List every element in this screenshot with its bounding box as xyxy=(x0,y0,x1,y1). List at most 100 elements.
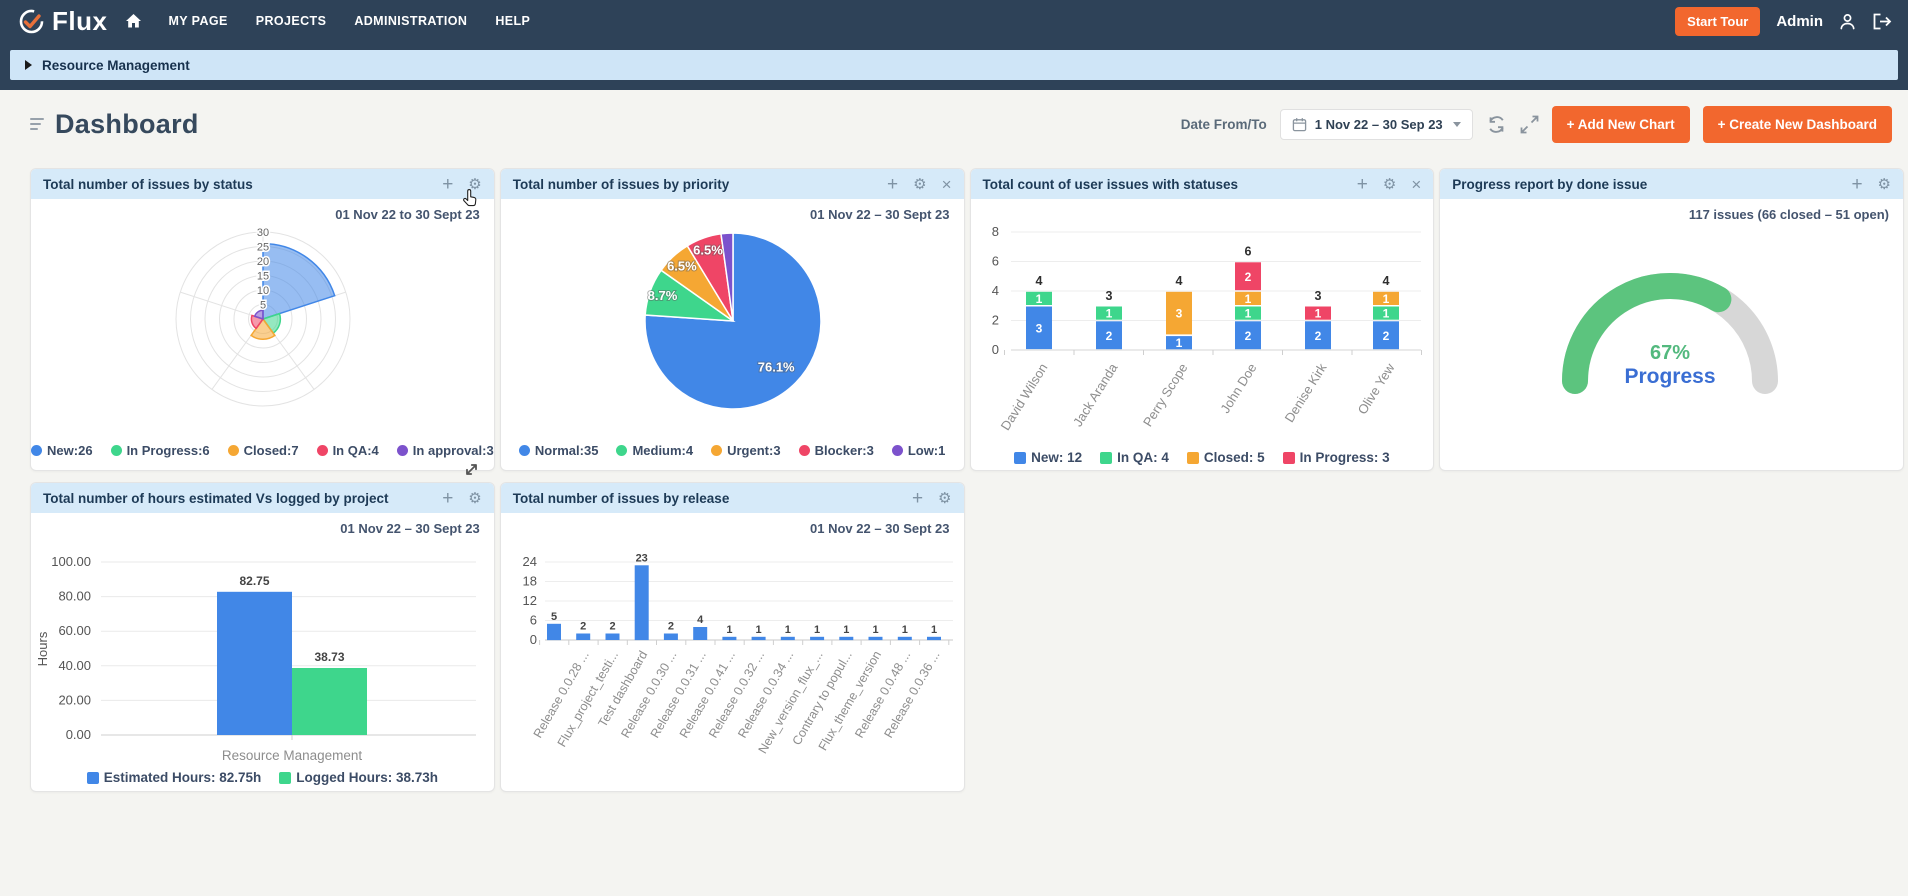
card-date-range: 01 Nov 22 – 30 Sept 23 xyxy=(810,207,949,222)
legend-item[interactable]: In Progress:6 xyxy=(111,443,210,458)
svg-text:1: 1 xyxy=(1035,292,1042,306)
settings-gear-icon[interactable]: ⚙ xyxy=(913,177,926,192)
legend-item[interactable]: Urgent:3 xyxy=(711,443,780,458)
date-from-to-label: Date From/To xyxy=(1181,117,1267,132)
legend-marker xyxy=(1014,452,1026,464)
svg-text:3: 3 xyxy=(1105,289,1112,303)
legend-item[interactable]: New:26 xyxy=(31,443,93,458)
fullscreen-button[interactable] xyxy=(1520,115,1539,134)
breadcrumb-label: Resource Management xyxy=(42,58,190,73)
legend-marker xyxy=(616,445,627,456)
nav-item-projects[interactable]: PROJECTS xyxy=(256,14,327,28)
legend-marker xyxy=(317,445,328,456)
card-header[interactable]: Progress report by done issue + ⚙ xyxy=(1440,169,1903,199)
legend-marker xyxy=(892,445,903,456)
svg-text:Hours: Hours xyxy=(35,631,50,666)
legend-item[interactable]: Blocker:3 xyxy=(799,443,874,458)
card-issues-by-release: Total number of issues by release +⚙ 01 … xyxy=(500,482,965,792)
legend-marker xyxy=(228,445,239,456)
card-date-range: 01 Nov 22 – 30 Sept 23 xyxy=(340,521,479,536)
card-header[interactable]: Total count of user issues with statuses… xyxy=(971,169,1434,199)
card-resize-handle[interactable] xyxy=(463,461,480,483)
breadcrumb[interactable]: Resource Management xyxy=(10,50,1898,80)
svg-text:Denise Kirk: Denise Kirk xyxy=(1281,360,1329,425)
legend-marker xyxy=(799,445,810,456)
card-subtitle: 117 issues (66 closed – 51 open) xyxy=(1689,207,1889,222)
user-icon[interactable] xyxy=(1839,13,1856,30)
legend-item[interactable]: New: 12 xyxy=(1014,450,1082,465)
settings-gear-icon[interactable]: ⚙ xyxy=(1383,177,1396,192)
dashboard-menu-icon[interactable] xyxy=(30,115,44,133)
create-new-dashboard-button[interactable]: + Create New Dashboard xyxy=(1703,106,1892,143)
card-header[interactable]: Total number of hours estimated Vs logge… xyxy=(31,483,494,513)
card-user-issues-statuses: Total count of user issues with statuses… xyxy=(970,168,1435,471)
logout-icon[interactable] xyxy=(1872,13,1892,30)
svg-text:1: 1 xyxy=(1244,292,1251,306)
close-icon[interactable]: × xyxy=(1411,176,1421,193)
svg-text:12: 12 xyxy=(522,593,536,608)
add-chart-icon[interactable]: + xyxy=(912,489,923,508)
add-chart-icon[interactable]: + xyxy=(442,489,453,508)
legend-item[interactable]: Closed:7 xyxy=(228,443,299,458)
legend-item[interactable]: Logged Hours: 38.73h xyxy=(279,770,438,785)
priority-pie-chart: 76.1%8.7%6.5%6.5% xyxy=(501,199,964,470)
svg-text:30: 30 xyxy=(257,227,269,239)
svg-text:6: 6 xyxy=(530,613,537,628)
settings-gear-icon[interactable]: ⚙ xyxy=(1878,177,1891,192)
settings-gear-icon[interactable]: ⚙ xyxy=(468,177,481,192)
legend-item[interactable]: Normal:35 xyxy=(519,443,599,458)
svg-text:Jack Aranda: Jack Aranda xyxy=(1069,360,1120,429)
legend-item[interactable]: In approval:3 xyxy=(397,443,494,458)
svg-text:4: 4 xyxy=(1175,274,1182,288)
svg-text:1: 1 xyxy=(1105,307,1112,321)
legend-item[interactable]: Medium:4 xyxy=(616,443,693,458)
admin-menu[interactable]: Admin xyxy=(1776,13,1823,30)
legend-item[interactable]: In Progress: 3 xyxy=(1283,450,1390,465)
status-polar-chart: 51015202530 xyxy=(31,199,494,470)
svg-text:1: 1 xyxy=(1175,336,1182,350)
settings-gear-icon[interactable]: ⚙ xyxy=(468,491,481,506)
page-title: Dashboard xyxy=(55,109,199,140)
date-range-value: 1 Nov 22 – 30 Sep 23 xyxy=(1315,117,1443,132)
add-chart-icon[interactable]: + xyxy=(887,175,898,194)
settings-gear-icon[interactable]: ⚙ xyxy=(938,491,951,506)
close-icon[interactable]: × xyxy=(942,176,952,193)
svg-text:David Wilson: David Wilson xyxy=(997,361,1050,433)
user-statuses-legend: New: 12 In QA: 4 Closed: 5 In Progress: 3 xyxy=(971,450,1434,465)
legend-marker xyxy=(279,772,291,784)
svg-text:80.00: 80.00 xyxy=(58,589,91,604)
legend-item[interactable]: Estimated Hours: 82.75h xyxy=(87,770,262,785)
legend-marker xyxy=(31,445,42,456)
card-header[interactable]: Total number of issues by status + ⚙ xyxy=(31,169,494,199)
flux-logo: Flux xyxy=(18,6,107,37)
add-chart-icon[interactable]: + xyxy=(442,175,453,194)
home-icon[interactable] xyxy=(125,13,142,29)
nav-item-administration[interactable]: ADMINISTRATION xyxy=(354,14,467,28)
card-header[interactable]: Total number of issues by priority +⚙× xyxy=(501,169,964,199)
legend-item[interactable]: Closed: 5 xyxy=(1187,450,1265,465)
card-title: Total number of issues by status xyxy=(43,177,253,192)
legend-item[interactable]: Low:1 xyxy=(892,443,946,458)
legend-item[interactable]: In QA:4 xyxy=(317,443,379,458)
svg-text:Progress: Progress xyxy=(1625,365,1716,388)
nav-item-my-page[interactable]: MY PAGE xyxy=(168,14,227,28)
card-header[interactable]: Total number of issues by release +⚙ xyxy=(501,483,964,513)
svg-text:6: 6 xyxy=(1244,245,1251,259)
logo-text: Flux xyxy=(52,6,107,37)
legend-item[interactable]: In QA: 4 xyxy=(1100,450,1169,465)
svg-text:18: 18 xyxy=(522,574,536,589)
breadcrumb-expand-icon[interactable] xyxy=(25,60,32,70)
card-title: Progress report by done issue xyxy=(1452,177,1647,192)
svg-text:1: 1 xyxy=(872,624,878,636)
svg-text:60.00: 60.00 xyxy=(58,623,91,638)
add-chart-icon[interactable]: + xyxy=(1851,175,1862,194)
start-tour-button[interactable]: Start Tour xyxy=(1675,7,1760,36)
nav-item-help[interactable]: HELP xyxy=(495,14,530,28)
date-range-picker[interactable]: 1 Nov 22 – 30 Sep 23 xyxy=(1280,109,1473,140)
add-new-chart-button[interactable]: + Add New Chart xyxy=(1552,106,1690,143)
legend-marker xyxy=(519,445,530,456)
breadcrumb-band: Resource Management xyxy=(0,42,1908,90)
add-chart-icon[interactable]: + xyxy=(1357,175,1368,194)
refresh-button[interactable] xyxy=(1486,114,1507,135)
hours-bar-chart: 100.0080.0060.0040.0020.000.00Hours82.75… xyxy=(31,513,494,791)
